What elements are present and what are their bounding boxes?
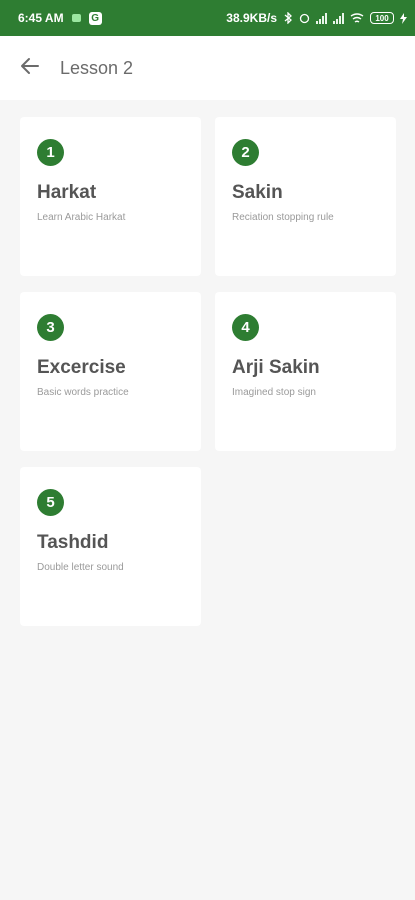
lesson-card-5[interactable]: 5 Tashdid Double letter sound — [20, 467, 201, 626]
lesson-subtitle: Double letter sound — [37, 562, 124, 573]
status-time: 6:45 AM — [18, 11, 64, 25]
sync-icon — [299, 13, 310, 24]
lesson-number-badge: 5 — [37, 489, 64, 516]
signal-icon-2 — [333, 12, 344, 24]
bluetooth-icon — [283, 12, 293, 24]
lesson-subtitle: Imagined stop sign — [232, 387, 316, 398]
lesson-number-badge: 4 — [232, 314, 259, 341]
lesson-title: Tashdid — [37, 532, 109, 553]
status-left: 6:45 AM G — [18, 11, 102, 25]
lesson-subtitle: Learn Arabic Harkat — [37, 212, 126, 223]
lesson-title: Excercise — [37, 357, 126, 378]
lesson-subtitle: Basic words practice — [37, 387, 129, 398]
lesson-number-badge: 3 — [37, 314, 64, 341]
lesson-title: Harkat — [37, 182, 97, 203]
lesson-subtitle: Reciation stopping rule — [232, 212, 334, 223]
google-icon: G — [88, 11, 102, 25]
status-bar: 6:45 AM G 38.9KB/s 100 — [0, 0, 415, 36]
charging-icon — [400, 12, 407, 24]
notification-icon — [71, 14, 81, 22]
net-speed: 38.9KB/s — [226, 11, 277, 25]
lesson-card-2[interactable]: 2 Sakin Reciation stopping rule — [215, 117, 396, 276]
signal-icon — [316, 12, 327, 24]
lesson-grid: 1 Harkat Learn Arabic Harkat 2 Sakin Rec… — [20, 117, 396, 626]
wifi-icon — [350, 12, 364, 24]
lesson-card-1[interactable]: 1 Harkat Learn Arabic Harkat — [20, 117, 201, 276]
lesson-title: Sakin — [232, 182, 283, 203]
lesson-card-4[interactable]: 4 Arji Sakin Imagined stop sign — [215, 292, 396, 451]
back-button[interactable] — [0, 36, 60, 100]
page-title: Lesson 2 — [60, 57, 134, 78]
lesson-number-badge: 1 — [37, 139, 64, 166]
status-right: 38.9KB/s 100 — [226, 11, 407, 25]
lesson-number-badge: 2 — [232, 139, 259, 166]
lesson-card-3[interactable]: 3 Excercise Basic words practice — [20, 292, 201, 451]
lesson-title: Arji Sakin — [232, 357, 320, 378]
app-bar: Lesson 2 — [0, 36, 415, 100]
arrow-back-icon — [20, 56, 40, 81]
battery-icon: 100 — [370, 12, 394, 24]
